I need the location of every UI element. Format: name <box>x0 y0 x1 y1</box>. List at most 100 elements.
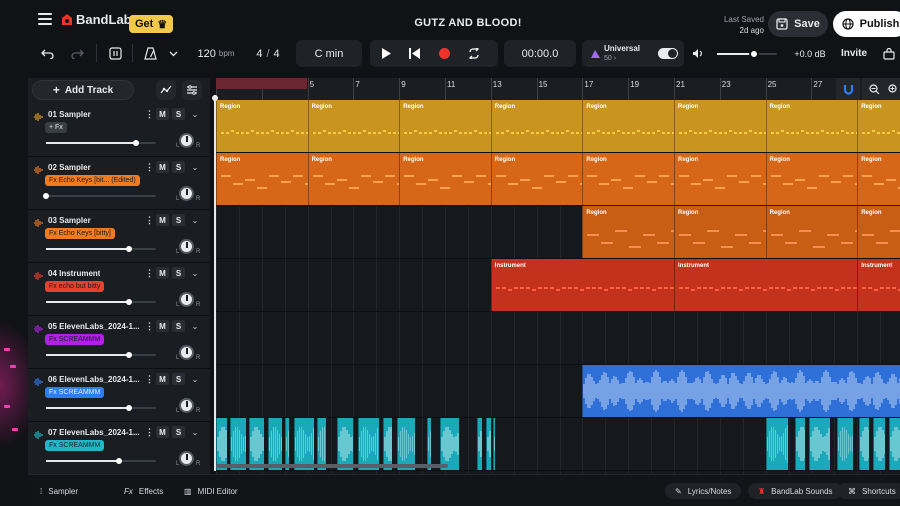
clip-region[interactable]: Region <box>490 100 583 152</box>
track-lane[interactable] <box>216 312 900 365</box>
arrangement-grid[interactable]: Region Region Region Region Region Regio… <box>216 100 900 474</box>
track-fx-chip[interactable]: Fx echo but bitty <box>45 281 105 292</box>
loop-icon[interactable] <box>462 40 486 67</box>
track-name[interactable]: 05 ElevenLabs_2024-1... <box>48 322 140 331</box>
clip-region[interactable]: Region <box>216 153 308 205</box>
clip-region[interactable]: Instrument <box>490 259 674 311</box>
track-name[interactable]: 04 Instrument <box>48 269 100 278</box>
pan-knob[interactable] <box>179 292 194 307</box>
track-name[interactable]: 07 ElevenLabs_2024-1... <box>48 428 140 437</box>
track-expand-chevron-down-icon[interactable]: ⌄ <box>188 108 202 120</box>
automation-icon[interactable] <box>156 80 176 100</box>
solo-button[interactable]: S <box>172 161 185 173</box>
volume-knob[interactable] <box>115 458 122 464</box>
pan-knob[interactable] <box>179 133 194 148</box>
pan-knob[interactable] <box>179 239 194 254</box>
track-fx-chip[interactable]: Fx Echo Keys [bit... (Edited) <box>45 175 140 186</box>
track-fx-chip[interactable]: Fx SCREAMMM <box>45 387 105 398</box>
add-track-button[interactable]: + Add Track <box>32 80 134 100</box>
audio-clip[interactable] <box>493 418 496 470</box>
store-icon[interactable] <box>880 40 898 67</box>
clip-region[interactable]: Region <box>216 100 308 152</box>
clip-region[interactable]: Region <box>857 100 900 152</box>
midi-editor-tab[interactable]: ▥ MIDI Editor <box>184 483 238 499</box>
publish-button[interactable]: Publish <box>833 11 900 37</box>
audio-clip[interactable] <box>477 418 482 470</box>
track-more-icon[interactable]: ⋮ <box>145 427 154 438</box>
skip-back-icon[interactable] <box>402 40 426 67</box>
magnet-snap-icon[interactable] <box>836 78 860 100</box>
audio-clip[interactable] <box>795 418 805 470</box>
solo-button[interactable]: S <box>172 267 185 279</box>
track-more-icon[interactable]: ⋮ <box>145 109 154 120</box>
audio-clip[interactable] <box>809 418 830 470</box>
track-volume-slider[interactable] <box>46 458 156 464</box>
solo-button[interactable]: S <box>172 426 185 438</box>
volume-knob[interactable] <box>133 140 140 146</box>
track-expand-chevron-down-icon[interactable]: ⌄ <box>188 373 202 385</box>
mute-button[interactable]: M <box>156 373 169 385</box>
undo-icon[interactable] <box>36 40 58 67</box>
mute-button[interactable]: M <box>156 426 169 438</box>
audio-clip[interactable] <box>836 418 853 470</box>
track-expand-chevron-down-icon[interactable]: ⌄ <box>188 426 202 438</box>
pan-knob[interactable] <box>179 398 194 413</box>
volume-knob[interactable] <box>43 193 49 199</box>
track-name[interactable]: 03 Sampler <box>48 216 91 225</box>
track-volume-slider[interactable] <box>43 193 156 199</box>
metronome-icon[interactable] <box>141 40 159 67</box>
track-header[interactable]: 04 Instrument ⋮ M S ⌄ Fx echo but bitty … <box>28 263 210 316</box>
clip-region[interactable]: Region <box>582 100 674 152</box>
track-more-icon[interactable]: ⋮ <box>145 162 154 173</box>
track-settings-icon[interactable] <box>182 80 202 100</box>
track-volume-slider[interactable] <box>46 246 156 252</box>
invite-button[interactable]: Invite <box>834 40 874 67</box>
redo-icon[interactable] <box>66 40 88 67</box>
track-header[interactable]: 03 Sampler ⋮ M S ⌄ Fx Echo Keys [bitty] … <box>28 210 210 263</box>
get-membership-button[interactable]: Get ♛ <box>129 15 174 33</box>
audio-clip[interactable] <box>216 418 228 470</box>
audio-clip[interactable] <box>582 365 900 417</box>
master-volume-slider[interactable] <box>708 40 786 67</box>
playhead[interactable] <box>214 95 216 471</box>
mute-button[interactable]: M <box>156 320 169 332</box>
clip-region[interactable]: Region <box>307 100 400 152</box>
track-name[interactable]: 02 Sampler <box>48 163 91 172</box>
pan-knob[interactable] <box>179 345 194 360</box>
track-expand-chevron-down-icon[interactable]: ⌄ <box>188 214 202 226</box>
track-more-icon[interactable]: ⋮ <box>145 215 154 226</box>
audio-clip[interactable] <box>426 418 432 470</box>
track-header[interactable]: 07 ElevenLabs_2024-1... ⋮ M S ⌄ Fx SCREA… <box>28 422 210 475</box>
clip-region[interactable]: Region <box>674 100 766 152</box>
clip-region[interactable]: Instrument <box>857 259 900 311</box>
solo-button[interactable]: S <box>172 214 185 226</box>
zoom-out-icon[interactable] <box>862 78 886 100</box>
clip-region[interactable]: Region <box>765 206 858 258</box>
track-name[interactable]: 06 ElevenLabs_2024-1... <box>48 375 140 384</box>
audio-clip[interactable] <box>889 418 900 470</box>
lyrics-notes-button[interactable]: ✎ Lyrics/Notes <box>665 483 742 499</box>
track-header[interactable]: 01 Sampler ⋮ M S ⌄ + Fx L R <box>28 104 210 157</box>
volume-knob[interactable] <box>125 405 132 411</box>
audio-clip[interactable] <box>284 418 290 470</box>
track-header[interactable]: 02 Sampler ⋮ M S ⌄ Fx Echo Keys [bit... … <box>28 157 210 210</box>
preset-info[interactable]: Universal 50 › <box>604 40 654 67</box>
clip-region[interactable]: Region <box>307 153 400 205</box>
record-icon[interactable] <box>432 40 456 67</box>
speaker-icon[interactable] <box>690 40 706 67</box>
track-expand-chevron-down-icon[interactable]: ⌄ <box>188 320 202 332</box>
audio-clip[interactable] <box>229 418 246 470</box>
track-header[interactable]: 06 ElevenLabs_2024-1... ⋮ M S ⌄ Fx SCREA… <box>28 369 210 422</box>
clip-region[interactable]: Region <box>582 153 674 205</box>
mute-button[interactable]: M <box>156 267 169 279</box>
clip-region[interactable]: Region <box>582 206 674 258</box>
playhead-handle[interactable] <box>212 95 218 101</box>
sampler-tab[interactable]: ⁞ Sampler <box>40 483 78 499</box>
horizontal-scrollbar[interactable] <box>216 464 448 468</box>
track-volume-slider[interactable] <box>46 352 156 358</box>
clip-region[interactable]: Region <box>857 153 900 205</box>
play-icon[interactable] <box>374 40 398 67</box>
time-signature[interactable]: 4 / 4 <box>248 40 288 67</box>
zoom-in-icon[interactable] <box>886 78 900 100</box>
track-header[interactable]: 05 ElevenLabs_2024-1... ⋮ M S ⌄ Fx SCREA… <box>28 316 210 369</box>
